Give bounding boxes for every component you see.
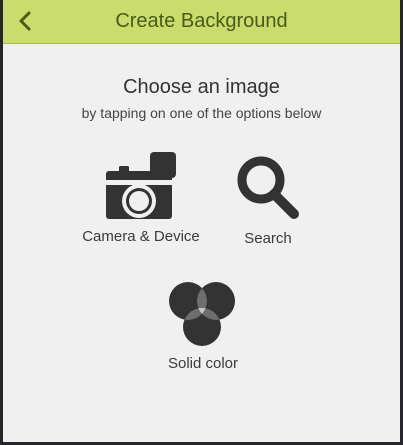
choose-image-instructions: by tapping on one of the options below [81, 105, 322, 121]
camera-device-option[interactable]: Camera & Device [76, 152, 206, 245]
search-icon [237, 156, 299, 219]
search-label: Search [244, 230, 292, 247]
chevron-left-icon [19, 11, 31, 31]
page-title: Create Background [115, 10, 288, 32]
camera-device-label: Camera & Device [82, 228, 200, 245]
create-background-screen: Create Background Choose an image by tap… [3, 0, 400, 442]
solid-color-label: Solid color [167, 355, 239, 372]
choose-image-heading: Choose an image [123, 76, 280, 98]
solid-color-option[interactable]: Solid color [153, 281, 253, 372]
color-circles-icon [169, 282, 235, 346]
app-header: Create Background [3, 0, 400, 44]
back-button[interactable] [13, 8, 37, 34]
search-option[interactable]: Search [223, 155, 313, 247]
camera-icon [106, 152, 176, 219]
